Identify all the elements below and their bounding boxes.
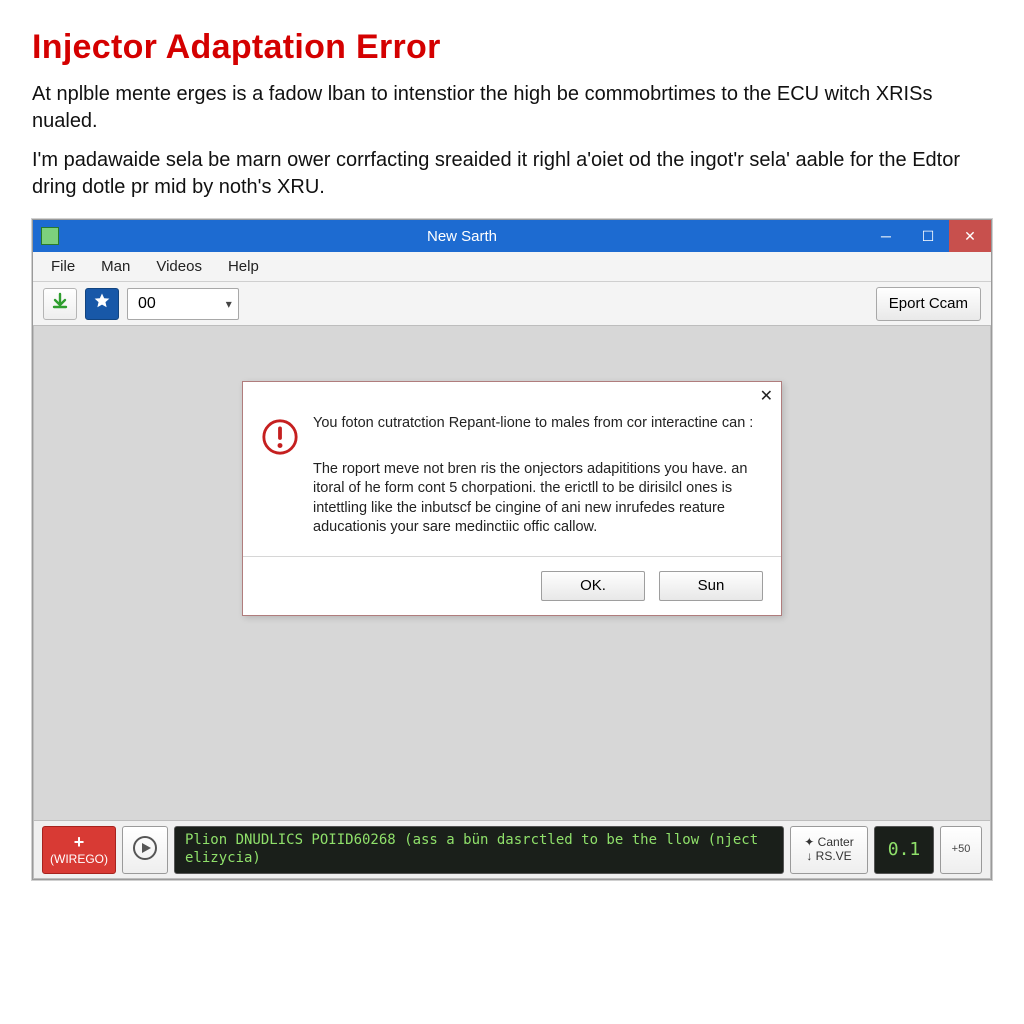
minimize-button[interactable]: ─ [865,220,907,252]
app-window: New Sarth ─ ☐ ✕ File Man Videos Help 00 … [32,219,992,880]
plus-icon: + [74,833,85,853]
intro-paragraph-2: I'm padawaide sela be marn ower corrfact… [32,147,992,201]
page-title: Injector Adaptation Error [32,28,992,67]
download-arrow-icon [51,292,69,315]
maximize-button[interactable]: ☐ [907,220,949,252]
chevron-down-icon: ▾ [226,297,232,311]
play-icon [132,835,158,864]
menu-file[interactable]: File [39,254,87,279]
error-dialog: ✕ You foton cutratction Repant-lione to … [242,381,782,616]
export-button[interactable]: Eport Ccam [876,287,981,321]
counter-display: 0.1 [874,826,934,874]
menu-help[interactable]: Help [216,254,271,279]
window-title: New Sarth [59,228,865,245]
toolbar: 00 ▾ Eport Ccam [33,282,991,326]
close-button[interactable]: ✕ [949,220,991,252]
dialog-detail-text: The roport meve not bren ris the onjecto… [313,460,763,538]
dialog-main-text: You foton cutratction Repant-lione to ma… [313,414,763,434]
play-button[interactable] [122,826,168,874]
download-button[interactable] [43,288,77,320]
star-icon [93,292,111,315]
menu-man[interactable]: Man [89,254,142,279]
combo-value: 00 [138,295,156,313]
terminal-output: Plion DNUDLICS POIID60268 (ass a bün das… [174,826,784,874]
titlebar: New Sarth ─ ☐ ✕ [33,220,991,252]
error-icon [261,418,299,456]
statusbar: + (WIREGO) Plion DNUDLICS POIID60268 (as… [33,821,991,879]
app-icon [41,227,59,245]
sun-button[interactable]: Sun [659,571,763,601]
record-label: (WIREGO) [50,853,108,866]
code-combo[interactable]: 00 ▾ [127,288,239,320]
tail-label: +50 [952,844,971,855]
minimize-icon: ─ [881,229,891,243]
menubar: File Man Videos Help [33,252,991,282]
ok-button[interactable]: OK. [541,571,645,601]
window-buttons: ─ ☐ ✕ [865,220,991,252]
tail-button[interactable]: +50 [940,826,982,874]
canter-panel[interactable]: ✦ Canter ↓ RS.VE [790,826,868,874]
menu-videos[interactable]: Videos [144,254,214,279]
dialog-footer: OK. Sun [243,556,781,615]
favorite-button[interactable] [85,288,119,320]
close-icon: ✕ [964,229,976,243]
content-area: ✕ You foton cutratction Repant-lione to … [33,326,991,821]
dialog-header: ✕ [243,382,781,410]
canter-bottom-label: ↓ RS.VE [806,850,851,863]
canter-top-label: ✦ Canter [804,836,853,849]
maximize-icon: ☐ [922,229,935,243]
dialog-close-button[interactable]: ✕ [760,386,773,406]
intro-paragraph-1: At nplble mente erges is a fadow lban to… [32,81,992,135]
record-button[interactable]: + (WIREGO) [42,826,116,874]
